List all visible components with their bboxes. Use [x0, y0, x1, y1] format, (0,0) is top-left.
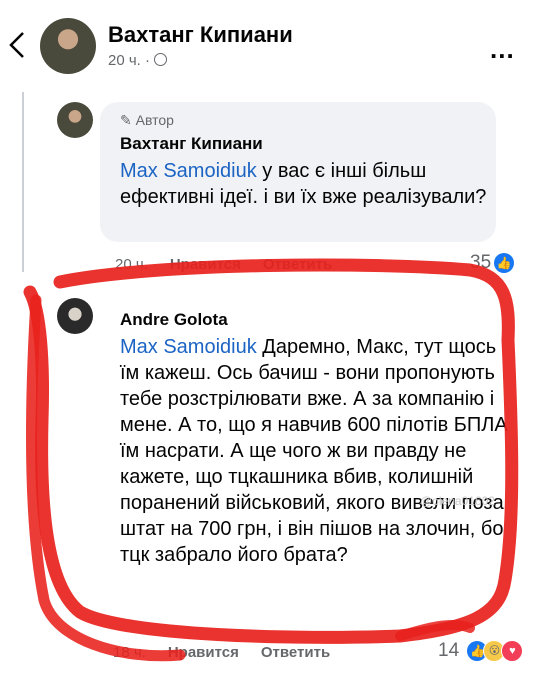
watermark: @olena01602 [420, 494, 495, 508]
mention-link[interactable]: Max Samoidiuk [120, 160, 257, 182]
reaction-number: 35 [470, 252, 492, 273]
like-button[interactable]: Нравится [168, 644, 239, 661]
back-chevron-icon[interactable] [6, 30, 30, 60]
comment-avatar[interactable] [57, 298, 93, 334]
profile-name[interactable]: Вахтанг Кипиани [108, 22, 293, 48]
author-badge-label: Автор [135, 112, 174, 128]
author-badge: ✎ Автор [120, 112, 174, 129]
comment-time: 18 ч. [113, 644, 146, 661]
like-button[interactable]: Нравится [170, 256, 241, 273]
reply-button[interactable]: Ответить [261, 644, 330, 661]
comment-author-name[interactable]: Вахтанг Кипиани [120, 134, 263, 154]
comment-actions: 20 ч. Нравится Ответить [115, 256, 332, 273]
like-reaction-icon: 👍 [494, 252, 515, 273]
thread-line [22, 92, 24, 272]
reaction-count[interactable]: 14 👍 😮 ♥ [438, 640, 524, 662]
reaction-number: 14 [438, 640, 460, 662]
comment-avatar[interactable] [57, 102, 93, 138]
comment-time: 20 ч. [115, 256, 148, 273]
comment-actions: 18 ч. Нравится Ответить [113, 644, 330, 661]
pencil-icon: ✎ [120, 112, 132, 128]
reaction-count[interactable]: 35 👍 [470, 252, 515, 274]
comment-text: Max Samoidiuk у вас є інші більш ефектив… [120, 158, 490, 210]
comment-body: Даремно, Макс, тут щось їм кажеш. Ось ба… [120, 336, 508, 566]
more-options-button[interactable]: ... [490, 34, 515, 65]
heart-reaction-icon: ♥ [501, 640, 524, 662]
comment-text: Max Samoidiuk Даремно, Макс, тут щось їм… [120, 334, 510, 568]
reply-button[interactable]: Ответить [263, 256, 332, 273]
avatar[interactable] [40, 18, 96, 74]
mention-link[interactable]: Max Samoidiuk [120, 336, 257, 358]
comment-author-name[interactable]: Andre Golota [120, 310, 228, 330]
post-time: 20 ч. · [108, 52, 150, 69]
globe-icon [154, 53, 167, 66]
post-meta: 20 ч. · [108, 52, 167, 69]
